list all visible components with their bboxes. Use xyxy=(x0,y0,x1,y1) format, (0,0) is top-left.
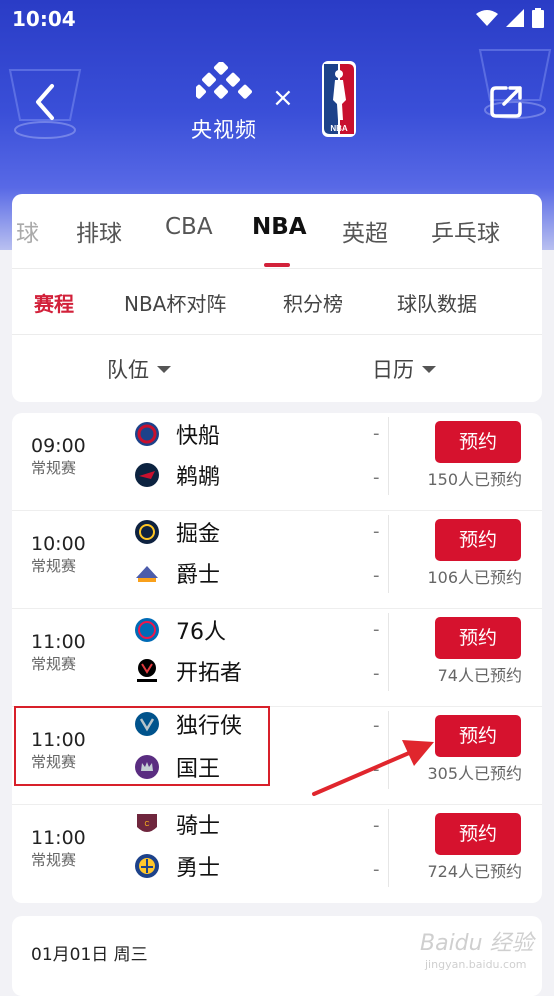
subtab-nba-cup[interactable]: NBA杯对阵 xyxy=(124,288,226,317)
away-score: - xyxy=(373,565,380,586)
home-score: - xyxy=(373,423,380,444)
schedule-list: 09:00 常规赛 快船 鹈鹕 - - 预约 150人已预约 10:00 常规赛… xyxy=(12,413,542,903)
game-time: 11:00 xyxy=(31,827,86,849)
game-row[interactable]: 11:00 常规赛 C 骑士 勇士 - - 预约 724人已预约 xyxy=(12,805,542,903)
tab-sport-partial[interactable]: 球 xyxy=(16,214,39,248)
home-team: 掘金 xyxy=(134,517,220,547)
cavaliers-logo-icon: C xyxy=(137,814,157,832)
reserve-count: 724人已预约 xyxy=(427,862,522,881)
tab-table-tennis[interactable]: 乒乓球 xyxy=(431,214,500,248)
away-score: - xyxy=(373,467,380,488)
reserve-button[interactable]: 预约 xyxy=(435,519,521,561)
reserve-count: 74人已预约 xyxy=(437,666,522,685)
game-time: 09:00 xyxy=(31,435,86,457)
away-score: - xyxy=(373,663,380,684)
home-score: - xyxy=(373,521,380,542)
76ers-logo-icon xyxy=(135,618,159,642)
nba-logo-text: NBA xyxy=(330,124,348,133)
cctv-logo-icon xyxy=(196,62,252,99)
divider xyxy=(12,268,542,269)
subtab-schedule[interactable]: 赛程 xyxy=(34,288,74,317)
divider xyxy=(388,809,389,887)
game-row[interactable]: 10:00 常规赛 掘金 爵士 - - 预约 106人已预约 xyxy=(12,511,542,609)
active-tab-indicator xyxy=(264,263,290,267)
warriors-logo-icon xyxy=(135,854,159,878)
calendar-filter-dropdown[interactable]: 日历 xyxy=(372,354,436,384)
jazz-logo-icon xyxy=(136,566,158,582)
divider xyxy=(388,417,389,495)
tab-volleyball[interactable]: 排球 xyxy=(76,214,122,248)
game-row[interactable]: 09:00 常规赛 快船 鹈鹕 - - 预约 150人已预约 xyxy=(12,413,542,511)
game-type: 常规赛 xyxy=(31,851,77,869)
signal-icon xyxy=(506,9,524,27)
home-team: 76人 xyxy=(134,615,226,645)
caret-down-icon xyxy=(157,365,171,373)
reserve-count: 106人已预约 xyxy=(427,568,522,587)
subtab-standings[interactable]: 积分榜 xyxy=(283,288,343,317)
subtab-team-stats[interactable]: 球队数据 xyxy=(397,288,477,317)
cctv-video-logo: 央视频 xyxy=(184,62,264,142)
share-icon[interactable] xyxy=(486,80,528,122)
away-team-name: 开拓者 xyxy=(176,661,243,686)
away-team: 开拓者 xyxy=(134,656,242,686)
game-row[interactable]: 11:00 常规赛 76人 开拓者 - - 预约 74人已预约 xyxy=(12,609,542,707)
svg-text:C: C xyxy=(144,821,149,828)
divider xyxy=(12,334,542,335)
nuggets-logo-icon xyxy=(135,520,159,544)
reserve-button[interactable]: 预约 xyxy=(435,617,521,659)
home-team-name: 掘金 xyxy=(176,522,221,547)
calendar-filter-label: 日历 xyxy=(372,358,414,382)
home-team-name: 骑士 xyxy=(176,814,221,839)
nba-logo-icon: NBA xyxy=(322,61,356,137)
divider xyxy=(388,515,389,593)
home-team: 快船 xyxy=(134,419,220,449)
game-type: 常规赛 xyxy=(31,459,77,477)
reserve-button[interactable]: 预约 xyxy=(435,813,521,855)
battery-icon xyxy=(532,8,544,28)
collab-times-sign: × xyxy=(272,83,294,113)
home-team-name: 快船 xyxy=(176,424,221,449)
away-team: 爵士 xyxy=(134,558,220,588)
game-type: 常规赛 xyxy=(31,557,77,575)
wifi-icon xyxy=(476,10,498,26)
trail-blazers-logo-icon xyxy=(137,659,157,682)
home-score: - xyxy=(373,715,380,736)
back-icon[interactable] xyxy=(26,80,66,124)
team-filter-dropdown[interactable]: 队伍 xyxy=(107,354,171,384)
game-time: 11:00 xyxy=(31,631,86,653)
home-score: - xyxy=(373,815,380,836)
away-team-name: 爵士 xyxy=(176,563,221,588)
team-filter-label: 队伍 xyxy=(107,358,149,382)
game-time: 10:00 xyxy=(31,533,86,555)
caret-down-icon xyxy=(422,365,436,373)
reserve-count: 150人已预约 xyxy=(427,470,522,489)
pelicans-logo-icon xyxy=(135,463,159,487)
reserve-button[interactable]: 预约 xyxy=(435,421,521,463)
away-team-name: 鹈鹕 xyxy=(176,465,221,490)
date-header: 01月01日 周三 xyxy=(31,945,148,965)
tab-premier-league[interactable]: 英超 xyxy=(342,214,388,248)
watermark-logo: Baidu 经验 xyxy=(420,931,534,956)
highlight-box xyxy=(14,706,270,786)
watermark-url: jingyan.baidu.com xyxy=(425,958,527,971)
clippers-logo-icon xyxy=(135,422,159,446)
away-team: 勇士 xyxy=(134,851,220,881)
home-team-name: 76人 xyxy=(176,620,226,645)
status-time: 10:04 xyxy=(12,7,76,31)
away-score: - xyxy=(373,859,380,880)
reserve-button[interactable]: 预约 xyxy=(435,715,521,757)
game-type: 常规赛 xyxy=(31,655,77,673)
away-team: 鹈鹕 xyxy=(134,460,220,490)
home-score: - xyxy=(373,619,380,640)
tabs-card: 球 排球 CBA NBA 英超 乒乓球 赛程 NBA杯对阵 积分榜 球队数据 队… xyxy=(12,194,542,402)
status-bar: 10:04 xyxy=(0,0,554,40)
annotation-arrow-icon xyxy=(312,740,434,796)
tab-cba[interactable]: CBA xyxy=(165,214,213,240)
home-team: C 骑士 xyxy=(134,809,220,839)
divider xyxy=(388,613,389,691)
tab-nba[interactable]: NBA xyxy=(252,214,307,240)
away-team-name: 勇士 xyxy=(176,856,221,881)
brand-label: 央视频 xyxy=(191,118,257,142)
